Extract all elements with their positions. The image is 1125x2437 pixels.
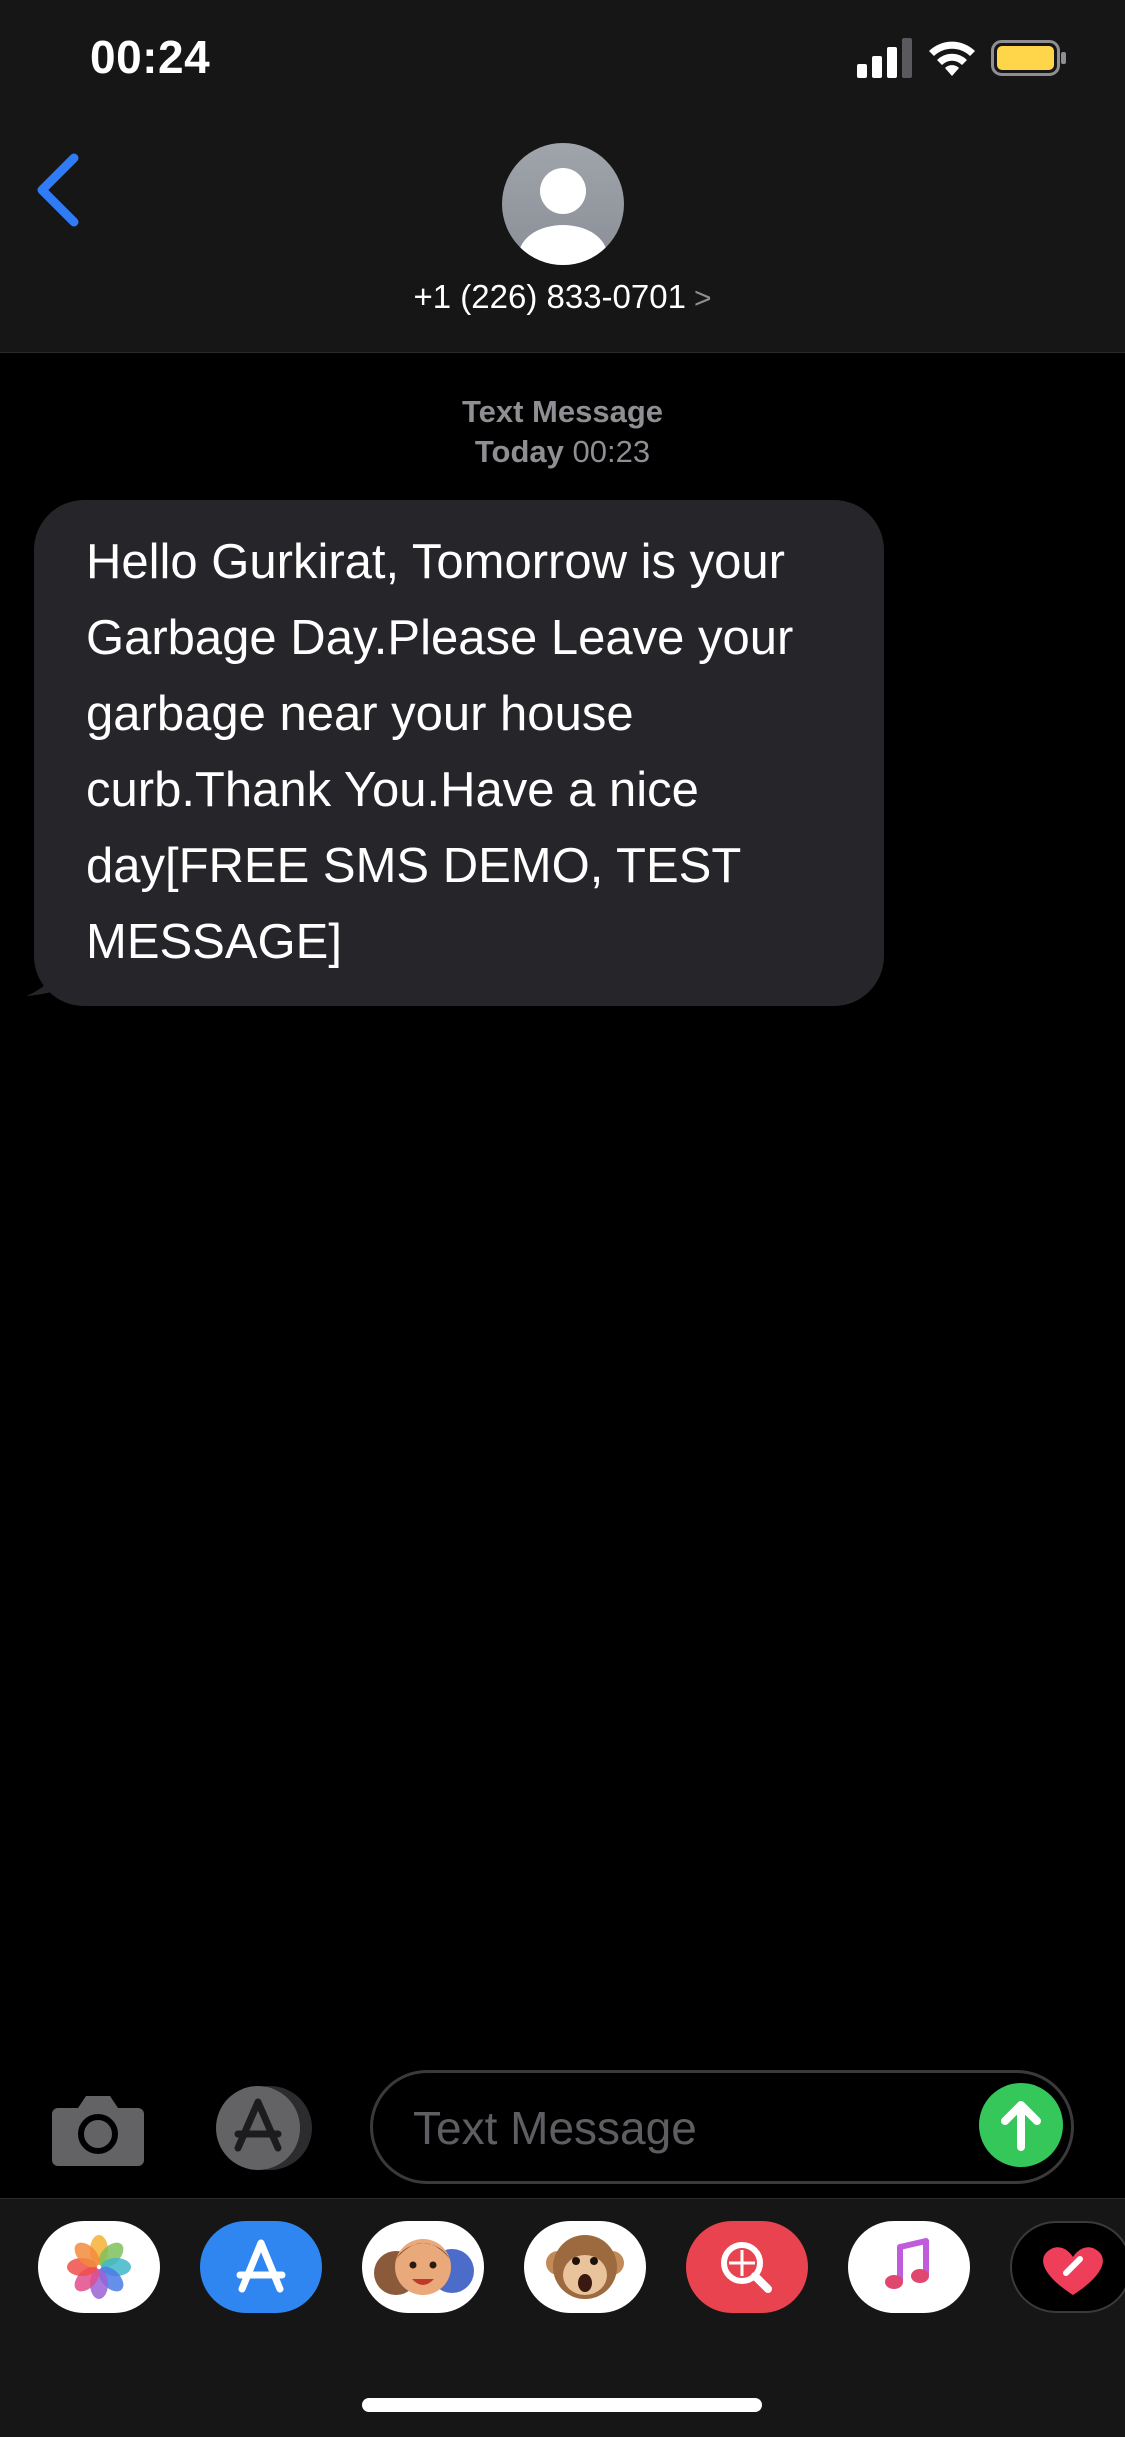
home-indicator[interactable] bbox=[362, 2398, 762, 2412]
chevron-right-icon: > bbox=[693, 282, 712, 315]
message-field[interactable] bbox=[370, 2070, 1074, 2184]
contact-title-button[interactable]: +1 (226) 833-0701 > bbox=[0, 278, 1125, 316]
arrow-up-icon bbox=[1001, 2101, 1041, 2151]
app-store-icon[interactable] bbox=[200, 2221, 322, 2313]
memoji-icon[interactable] bbox=[362, 2221, 484, 2313]
message-bubble[interactable]: Hello Gurkirat, Tomorrow is your Garbage… bbox=[34, 500, 884, 1006]
message-time: 00:23 bbox=[572, 434, 651, 469]
camera-icon[interactable] bbox=[50, 2088, 146, 2168]
contact-number: +1 (226) 833-0701 bbox=[413, 278, 686, 315]
digital-touch-icon[interactable] bbox=[1010, 2221, 1125, 2313]
music-icon[interactable] bbox=[848, 2221, 970, 2313]
message-timestamp: Text Message Today 00:23 bbox=[0, 392, 1125, 472]
web-search-icon[interactable] bbox=[686, 2221, 808, 2313]
message-day: Today bbox=[474, 434, 564, 469]
status-icons bbox=[857, 38, 1067, 82]
contact-avatar[interactable] bbox=[502, 143, 624, 265]
message-type-label: Text Message bbox=[461, 394, 663, 429]
message-datetime: Today 00:23 bbox=[0, 432, 1125, 472]
status-time: 00:24 bbox=[90, 31, 211, 83]
incoming-message[interactable]: Hello Gurkirat, Tomorrow is your Garbage… bbox=[26, 500, 884, 1006]
send-button[interactable] bbox=[979, 2083, 1063, 2167]
back-chevron-icon[interactable] bbox=[30, 150, 90, 230]
photos-icon[interactable] bbox=[38, 2221, 160, 2313]
battery-icon bbox=[991, 40, 1066, 76]
animoji-icon[interactable] bbox=[524, 2221, 646, 2313]
conversation-header: 00:24 +1 (226) 833-0701 > bbox=[0, 0, 1125, 353]
message-input[interactable] bbox=[411, 2097, 975, 2159]
person-silhouette-icon bbox=[519, 168, 607, 265]
signal-icon bbox=[857, 38, 912, 78]
apps-icon[interactable] bbox=[208, 2082, 320, 2174]
wifi-icon bbox=[929, 41, 975, 76]
